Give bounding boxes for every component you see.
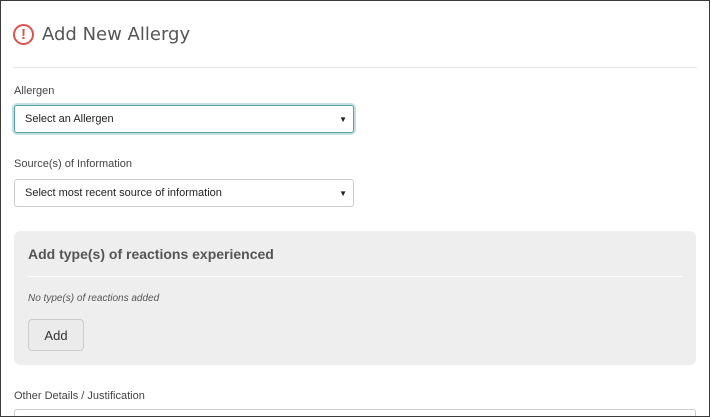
alert-circle-icon: ! bbox=[13, 23, 34, 45]
allergen-select-value: Select an Allergen bbox=[25, 113, 114, 125]
other-details-textarea[interactable] bbox=[14, 409, 696, 416]
other-details-label: Other Details / Justification bbox=[14, 390, 145, 402]
reactions-title: Add type(s) of reactions experienced bbox=[28, 246, 274, 262]
header-divider bbox=[13, 67, 697, 68]
source-label: Source(s) of Information bbox=[14, 158, 132, 170]
alert-icon-glyph: ! bbox=[21, 25, 26, 43]
reactions-empty-text: No type(s) of reactions added bbox=[28, 293, 160, 304]
form-header: ! Add New Allergy bbox=[13, 19, 190, 49]
source-select[interactable]: Select most recent source of information… bbox=[14, 179, 354, 207]
chevron-down-icon: ▼ bbox=[339, 115, 347, 124]
source-select-value: Select most recent source of information bbox=[25, 187, 222, 199]
allergen-select[interactable]: Select an Allergen ▼ bbox=[14, 105, 354, 133]
add-allergy-form: ! Add New Allergy Allergen Select an All… bbox=[0, 0, 710, 417]
reactions-divider bbox=[28, 276, 682, 277]
page-title: Add New Allergy bbox=[42, 23, 191, 45]
allergen-label: Allergen bbox=[14, 85, 55, 97]
chevron-down-icon: ▼ bbox=[339, 189, 347, 198]
reactions-panel: Add type(s) of reactions experienced No … bbox=[14, 231, 696, 365]
add-reaction-button[interactable]: Add bbox=[28, 319, 84, 351]
